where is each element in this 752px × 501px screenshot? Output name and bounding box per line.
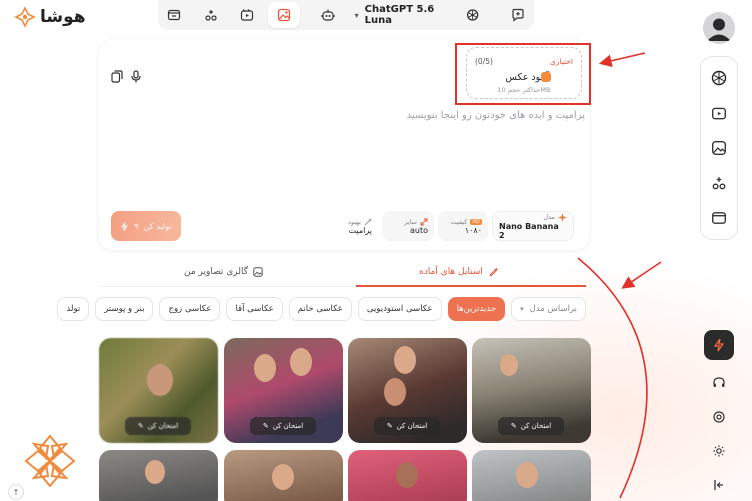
size-label: سایز (404, 217, 417, 226)
generate-button[interactable]: ۹ تولید کن (111, 211, 181, 241)
pencil-icon: ✎ (386, 422, 393, 430)
model-name: ChatGPT 5.6 Luna (364, 4, 435, 26)
arrow-up-icon: ↑ (12, 487, 20, 497)
sidebar-bottom (700, 330, 738, 496)
image-icon[interactable] (708, 137, 730, 159)
sort-by-model-dropdown[interactable]: براساس مدل ▾ (511, 297, 586, 321)
collapse-sidebar-icon[interactable] (708, 474, 730, 496)
quality-option[interactable]: کیفیت HD ۱۰۸۰ (438, 211, 488, 241)
bolt-icon (121, 221, 129, 231)
model-label: مدل (543, 213, 555, 221)
logo-mark-icon (14, 6, 36, 28)
right-sidebar (694, 0, 752, 501)
avatar[interactable] (703, 12, 735, 44)
pencil-icon: ✎ (510, 422, 517, 430)
chevron-down-icon: ▾ (520, 305, 524, 313)
try-button[interactable]: ✎ امتحان کن (374, 417, 440, 435)
lotus-logo-icon (24, 434, 76, 488)
try-button[interactable]: ✎ امتحان کن (250, 417, 316, 435)
model-value: Nano Banana 2 (499, 221, 559, 240)
improve-value: پرامپت (348, 225, 372, 235)
tab-my-gallery[interactable]: گالری تصاویر من (184, 258, 263, 286)
video-icon[interactable] (231, 2, 264, 28)
style-card[interactable]: ✎ امتحان کن (472, 338, 591, 443)
model-selector[interactable]: ▾ ChatGPT 5.6 Luna (355, 4, 480, 26)
style-card[interactable] (348, 450, 467, 501)
video-icon[interactable] (708, 102, 730, 124)
chevron-down-icon: ▾ (354, 10, 359, 20)
style-card[interactable]: ✎ امتحان کن (224, 338, 343, 443)
generation-options: بهبود پرامپت سایز auto کیفیت HD ۱۰۸۰ مدل… (334, 211, 574, 241)
tab-gallery-label: گالری تصاویر من (184, 267, 249, 277)
prompt-input[interactable]: پرامپت و ایده های خودتون رو اینجا بنویسی… (200, 110, 585, 121)
sidebar-tools (700, 56, 738, 240)
style-card[interactable] (224, 450, 343, 501)
pencil-icon: ✎ (262, 422, 269, 430)
improve-prompt-toggle[interactable]: بهبود پرامپت (334, 211, 378, 241)
improve-label: بهبود (347, 217, 361, 226)
style-grid: ✎ امتحان کن ✎ امتحان کن ✎ امتحان کن ✎ امتحان… (99, 338, 591, 501)
openai-icon[interactable] (708, 67, 730, 89)
resize-icon (420, 218, 428, 225)
openai-icon (467, 9, 479, 21)
magic-wand-icon (364, 217, 372, 225)
quality-label: کیفیت (450, 217, 468, 226)
try-label: امتحان کن (272, 422, 304, 430)
brush-icon (489, 267, 498, 277)
sparkle-icon (558, 212, 567, 222)
sort-label: براساس مدل (529, 304, 577, 314)
chip-men[interactable]: عکاسی آقا (226, 297, 283, 321)
size-option[interactable]: سایز auto (382, 211, 434, 241)
style-filter-chips: براساس مدل ▾ جدیدترین‌ها عکاسی استودیویی… (57, 297, 586, 321)
top-nav: ▾ ChatGPT 5.6 Luna (158, 0, 534, 30)
new-chat-icon[interactable] (501, 2, 534, 28)
brand-logo[interactable]: هوشا (14, 6, 86, 28)
microphone-icon[interactable] (130, 68, 142, 87)
logo-text: هوشا (40, 7, 86, 27)
quality-value: ۱۰۸۰ (464, 225, 482, 235)
chip-couple[interactable]: عکاسی زوج (159, 297, 221, 321)
style-card[interactable] (99, 450, 218, 501)
size-value: auto (409, 225, 428, 235)
style-card[interactable] (472, 450, 591, 501)
try-label: امتحان کن (147, 422, 179, 430)
nodes-icon[interactable] (195, 2, 228, 28)
generate-cost: ۹ (134, 221, 139, 231)
style-card[interactable]: ✎ امتحان کن (99, 338, 218, 443)
annotation-highlight-box (455, 43, 591, 105)
try-label: امتحان کن (396, 422, 428, 430)
hd-icon: HD (470, 218, 482, 225)
headset-icon[interactable] (708, 372, 730, 394)
active-tab-indicator (356, 285, 586, 287)
gear-icon[interactable] (708, 440, 730, 462)
image-icon[interactable] (267, 2, 301, 28)
folder-icon[interactable] (708, 207, 730, 229)
chip-birthday[interactable]: تولد (57, 297, 90, 321)
chip-studio[interactable]: عکاسی استودیویی (357, 297, 442, 321)
nodes-icon[interactable] (708, 172, 730, 194)
tab-styles-label: استایل های آماده (419, 267, 483, 277)
tabs: گالری تصاویر من استایل های آماده (99, 258, 586, 288)
try-button[interactable]: ✎ امتحان کن (498, 417, 564, 435)
chip-banner-poster[interactable]: بنر و پوستر (95, 297, 154, 321)
copy-icon[interactable] (111, 68, 123, 87)
chip-women[interactable]: عکاسی خانم (288, 297, 352, 321)
scroll-top-button[interactable]: ↑ (8, 484, 24, 500)
generate-label: تولید کن (143, 221, 172, 231)
try-label: امتحان کن (520, 422, 552, 430)
folder-icon[interactable] (158, 2, 191, 28)
pencil-icon: ✎ (137, 422, 144, 430)
settings-icon[interactable] (708, 406, 730, 428)
style-card[interactable]: ✎ امتحان کن (348, 338, 467, 443)
image-icon (253, 267, 263, 277)
chip-newest[interactable]: جدیدترین‌ها (447, 297, 506, 321)
model-option[interactable]: مدل Nano Banana 2 (492, 211, 574, 241)
robot-icon[interactable] (312, 2, 345, 28)
tab-ready-styles[interactable]: استایل های آماده (419, 258, 498, 286)
try-button[interactable]: ✎ امتحان کن (125, 417, 191, 435)
bolt-icon[interactable] (704, 330, 734, 360)
